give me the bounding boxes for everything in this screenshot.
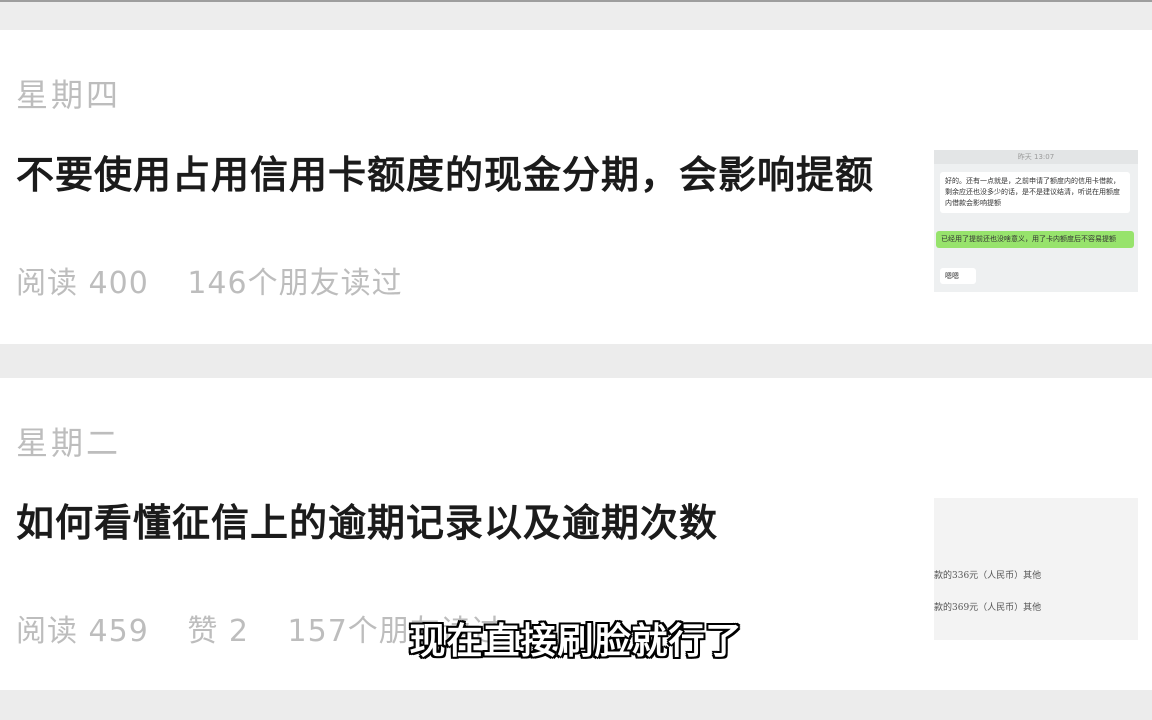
- article-title[interactable]: 如何看懂征信上的逾期记录以及逾期次数: [16, 500, 896, 546]
- top-strip: [0, 0, 1152, 30]
- document-text-line: 款的336元（人民币）其他: [934, 571, 1042, 581]
- chat-bubble-reply: 嗯嗯: [940, 268, 976, 284]
- article-title[interactable]: 不要使用占用信用卡额度的现金分期，会影响提额: [16, 152, 896, 198]
- article-history-page: 星期四 不要使用占用信用卡额度的现金分期，会影响提额 阅读 400 146个朋友…: [0, 0, 1152, 720]
- chat-timestamp: 昨天 13:07: [934, 150, 1138, 164]
- article-thumbnail[interactable]: 昨天 13:07 好的。还有一点就是，之前申请了额度内的信用卡借款，剩余应还也没…: [934, 150, 1138, 292]
- chat-bubble-outgoing: 已经用了提前还也没啥意义，用了卡内额度后不容易提额: [936, 231, 1134, 248]
- friends-read-count: 146个朋友读过: [187, 266, 403, 301]
- article-meta: 阅读 400 146个朋友读过: [16, 258, 431, 302]
- article-card[interactable]: 星期四 不要使用占用信用卡额度的现金分期，会影响提额 阅读 400 146个朋友…: [0, 30, 1152, 344]
- article-day-label: 星期四: [16, 76, 122, 114]
- video-subtitle: 现在直接刷脸就行了: [409, 621, 743, 662]
- chat-bubble-incoming: 好的。还有一点就是，之前申请了额度内的信用卡借款，剩余应还也没多少的话，是不是建…: [940, 172, 1130, 213]
- read-count: 阅读 400: [16, 266, 149, 301]
- article-day-label: 星期二: [16, 424, 122, 462]
